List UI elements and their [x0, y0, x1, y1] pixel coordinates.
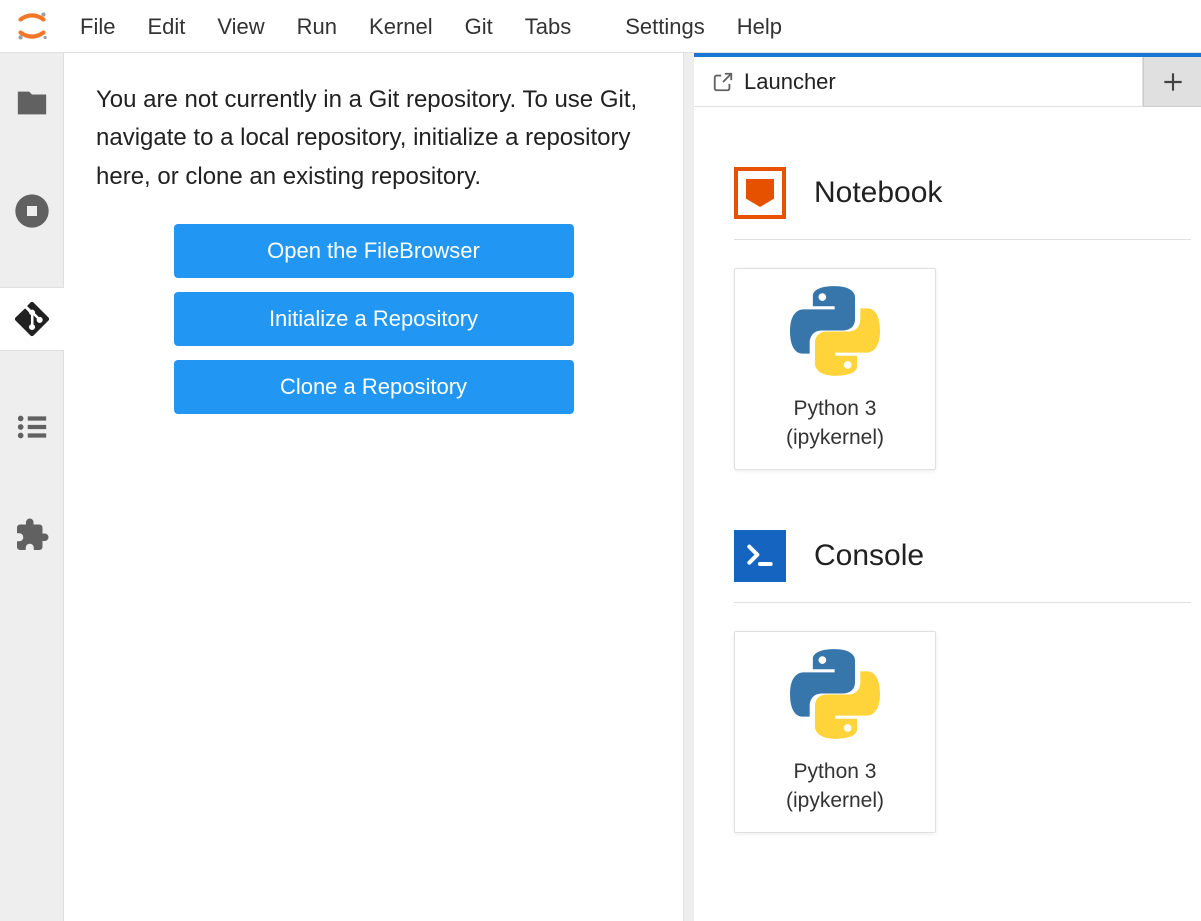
python-icon [790, 649, 880, 744]
notebook-card-label: Python 3 (ipykernel) [735, 395, 935, 452]
menubar: File Edit View Run Kernel Git Tabs Setti… [0, 0, 1201, 53]
toc-icon [15, 410, 49, 444]
launcher-section-notebook: Notebook Python 3 (ipykernel) [694, 167, 1201, 470]
activity-running[interactable] [0, 179, 64, 243]
launcher-area: Launcher Notebook [694, 53, 1201, 921]
console-card-label: Python 3 (ipykernel) [735, 758, 935, 815]
initialize-repository-button[interactable]: Initialize a Repository [174, 292, 574, 346]
menu-settings[interactable]: Settings [609, 0, 721, 53]
notebook-section-icon [734, 167, 786, 219]
menu-file[interactable]: File [64, 0, 131, 53]
panel-splitter[interactable] [684, 53, 694, 921]
console-section-icon [734, 530, 786, 582]
activity-bar [0, 53, 64, 921]
launcher-body: Notebook Python 3 (ipykernel) [694, 107, 1201, 921]
notebook-card-python3[interactable]: Python 3 (ipykernel) [734, 268, 936, 470]
menu-edit[interactable]: Edit [131, 0, 201, 53]
clone-repository-button[interactable]: Clone a Repository [174, 360, 574, 414]
menu-kernel[interactable]: Kernel [353, 0, 449, 53]
menu-view[interactable]: View [201, 0, 280, 53]
console-section-title: Console [814, 539, 924, 573]
launcher-tab-icon [712, 71, 734, 93]
running-icon [12, 191, 52, 231]
plus-icon [1160, 69, 1186, 95]
new-launcher-button[interactable] [1143, 57, 1201, 107]
launcher-section-console: Console Python 3 (ipykernel) [694, 530, 1201, 833]
activity-toc[interactable] [0, 395, 64, 459]
notebook-section-title: Notebook [814, 176, 942, 210]
tab-launcher[interactable]: Launcher [694, 57, 1143, 107]
git-panel-message: You are not currently in a Git repositor… [96, 81, 651, 196]
extensions-icon [14, 517, 50, 553]
activity-extensions[interactable] [0, 503, 64, 567]
folder-icon [15, 86, 49, 120]
console-card-python3[interactable]: Python 3 (ipykernel) [734, 631, 936, 833]
git-panel: You are not currently in a Git repositor… [64, 53, 684, 921]
menu-run[interactable]: Run [281, 0, 353, 53]
python-icon [790, 286, 880, 381]
menu-tabs[interactable]: Tabs [509, 0, 587, 53]
menu-git[interactable]: Git [449, 0, 509, 53]
menu-help[interactable]: Help [721, 0, 798, 53]
open-filebrowser-button[interactable]: Open the FileBrowser [174, 224, 574, 278]
jupyter-logo [0, 8, 64, 44]
tab-launcher-label: Launcher [744, 69, 836, 95]
activity-git[interactable] [0, 287, 64, 351]
activity-file-browser[interactable] [0, 71, 64, 135]
tab-bar: Launcher [694, 53, 1201, 107]
git-icon [14, 301, 50, 337]
